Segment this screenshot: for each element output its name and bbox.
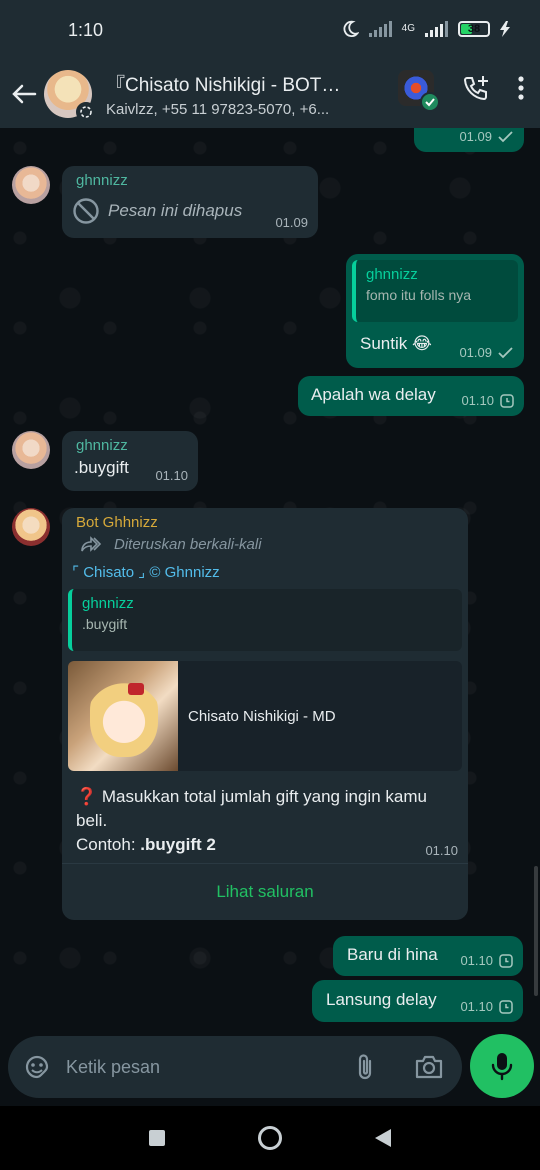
example-prefix: Contoh: bbox=[76, 835, 141, 854]
message-text: .v bbox=[426, 128, 439, 132]
clock-icon bbox=[499, 953, 513, 968]
bot-body-line2: Contoh: .buygift 2 bbox=[76, 833, 454, 857]
message-time: 01.09 bbox=[275, 215, 308, 230]
message-meta: 01.10 bbox=[460, 953, 513, 968]
clock-icon bbox=[499, 999, 513, 1014]
message-outgoing[interactable]: .v 01.09 bbox=[414, 128, 524, 152]
clock-icon bbox=[500, 393, 514, 408]
battery-icon: 38 bbox=[458, 21, 490, 37]
forwarded-row: Diteruskan berkali-kali bbox=[80, 535, 462, 553]
deleted-row: Pesan ini dihapus bbox=[72, 197, 308, 225]
message-time: 01.10 bbox=[460, 953, 493, 968]
message-text: Apalah wa delay bbox=[311, 385, 436, 404]
message-incoming[interactable]: ghnnizz Pesan ini dihapus 01.09 bbox=[62, 166, 318, 238]
message-meta: 01.10 bbox=[460, 999, 513, 1014]
bot-avatar[interactable] bbox=[12, 508, 50, 546]
composer: Ketik pesan bbox=[0, 1032, 540, 1106]
message-time: 01.10 bbox=[461, 393, 494, 408]
example-command: .buygift 2 bbox=[140, 835, 216, 854]
sender-name: ghnnizz bbox=[76, 172, 128, 189]
chat-title: 『Chisato Nishikigi - BOT』 ... bbox=[106, 75, 354, 96]
message-text: Pesan ini dihapus bbox=[108, 201, 243, 220]
message-time: 01.10 bbox=[425, 843, 458, 858]
forward-icon bbox=[81, 536, 102, 552]
message-incoming[interactable]: ghnnizz .buygift 01.10 bbox=[62, 431, 198, 491]
system-navigation-bar bbox=[0, 1106, 540, 1170]
back-button[interactable] bbox=[4, 83, 44, 105]
signal-icon bbox=[368, 21, 392, 37]
message-time: 01.10 bbox=[460, 999, 493, 1014]
input-placeholder: Ketik pesan bbox=[66, 1056, 161, 1077]
voice-record-button[interactable] bbox=[470, 1034, 534, 1098]
read-check-icon bbox=[498, 346, 513, 358]
back-nav-icon[interactable] bbox=[375, 1129, 391, 1147]
status-icons: 4G 38 bbox=[341, 20, 510, 38]
quoted-message[interactable]: ghnnizz fomo itu folls nya bbox=[352, 260, 518, 322]
moon-icon bbox=[343, 20, 359, 38]
quoted-message[interactable]: ghnnizz .buygift bbox=[68, 589, 462, 651]
charging-icon bbox=[500, 21, 510, 37]
message-meta: 01.09 bbox=[459, 129, 514, 144]
whatsapp-chat-screen: 1:10 4G 38 『Chisato Nishikigi - BOT』 ...… bbox=[0, 0, 540, 1170]
add-call-icon[interactable] bbox=[462, 74, 490, 102]
scrollbar[interactable] bbox=[534, 866, 538, 996]
message-meta: 01.10 bbox=[461, 393, 514, 408]
prohibited-icon bbox=[73, 198, 99, 224]
battery-percent: 38 bbox=[467, 23, 481, 35]
message-outgoing[interactable]: Baru di hina 01.10 bbox=[333, 936, 523, 976]
home-icon[interactable] bbox=[257, 1125, 283, 1151]
link-preview[interactable]: Chisato Nishikigi - MD bbox=[68, 661, 462, 771]
preview-thumbnail bbox=[68, 661, 178, 771]
preview-title: Chisato Nishikigi - MD bbox=[188, 707, 336, 725]
chat-header: 『Chisato Nishikigi - BOT』 ... Kaivlzz, +… bbox=[0, 60, 540, 128]
game-app-icon[interactable] bbox=[398, 70, 440, 112]
message-list[interactable]: .v 01.09 ghnnizz Pesan ini dihapus 01.09… bbox=[0, 128, 540, 1032]
channel-label[interactable]: ⌜ Chisato ⌟ © Ghnnizz bbox=[72, 563, 462, 581]
message-meta: 01.09 bbox=[459, 345, 514, 360]
quote-text: .buygift bbox=[82, 616, 128, 632]
more-options-icon[interactable] bbox=[518, 76, 524, 100]
camera-icon[interactable] bbox=[414, 1054, 444, 1080]
sticker-icon[interactable] bbox=[22, 1052, 52, 1082]
attach-icon[interactable] bbox=[354, 1052, 376, 1082]
message-incoming-bot[interactable]: Bot Ghhnizz Diteruskan berkali-kali ⌜ Ch… bbox=[62, 508, 468, 920]
forwarded-label: Diteruskan berkali-kali bbox=[114, 535, 262, 553]
message-time: 01.09 bbox=[459, 345, 492, 360]
message-text: Baru di hina bbox=[347, 945, 438, 964]
hair-ribbon bbox=[128, 683, 144, 695]
arrow-left-icon bbox=[12, 84, 37, 104]
message-outgoing[interactable]: Apalah wa delay 01.10 bbox=[298, 376, 524, 416]
quote-author: ghnnizz bbox=[366, 266, 418, 283]
message-time: 01.10 bbox=[155, 468, 188, 483]
chat-members: Kaivlzz, +55 11 97823-5070, +6... bbox=[106, 101, 330, 118]
bot-body-line1: ❓ Masukkan total jumlah gift yang ingin … bbox=[76, 787, 427, 830]
sender-avatar[interactable] bbox=[12, 431, 50, 469]
message-time: 01.09 bbox=[459, 129, 492, 144]
sender-name: Bot Ghhnizz bbox=[76, 514, 158, 531]
header-actions bbox=[398, 70, 524, 112]
signal-icon-2 bbox=[425, 21, 448, 37]
anime-girl-image bbox=[90, 679, 158, 757]
group-avatar[interactable] bbox=[44, 70, 96, 122]
chat-info[interactable]: 『Chisato Nishikigi - BOT』 ... Kaivlzz, +… bbox=[106, 70, 354, 118]
quote-author: ghnnizz bbox=[82, 595, 134, 612]
community-badge-icon bbox=[76, 102, 96, 122]
message-input[interactable]: Ketik pesan bbox=[8, 1036, 462, 1098]
status-bar: 1:10 4G 38 bbox=[0, 0, 540, 60]
message-text: Lansung delay bbox=[326, 990, 437, 1009]
read-check-icon bbox=[498, 130, 513, 142]
microphone-icon bbox=[491, 1053, 513, 1081]
sender-avatar[interactable] bbox=[12, 166, 50, 204]
status-time: 1:10 bbox=[68, 20, 104, 40]
recent-apps-icon[interactable] bbox=[149, 1130, 165, 1146]
network-type: 4G bbox=[401, 23, 415, 34]
view-channel-button[interactable]: Lihat saluran bbox=[62, 864, 468, 920]
message-outgoing[interactable]: ghnnizz fomo itu folls nya Suntik 😂 01.0… bbox=[346, 254, 524, 368]
check-badge-icon bbox=[420, 92, 440, 112]
quote-text: fomo itu folls nya bbox=[366, 287, 472, 303]
message-outgoing[interactable]: Lansung delay 01.10 bbox=[312, 980, 523, 1022]
sender-name: ghnnizz bbox=[76, 437, 128, 454]
